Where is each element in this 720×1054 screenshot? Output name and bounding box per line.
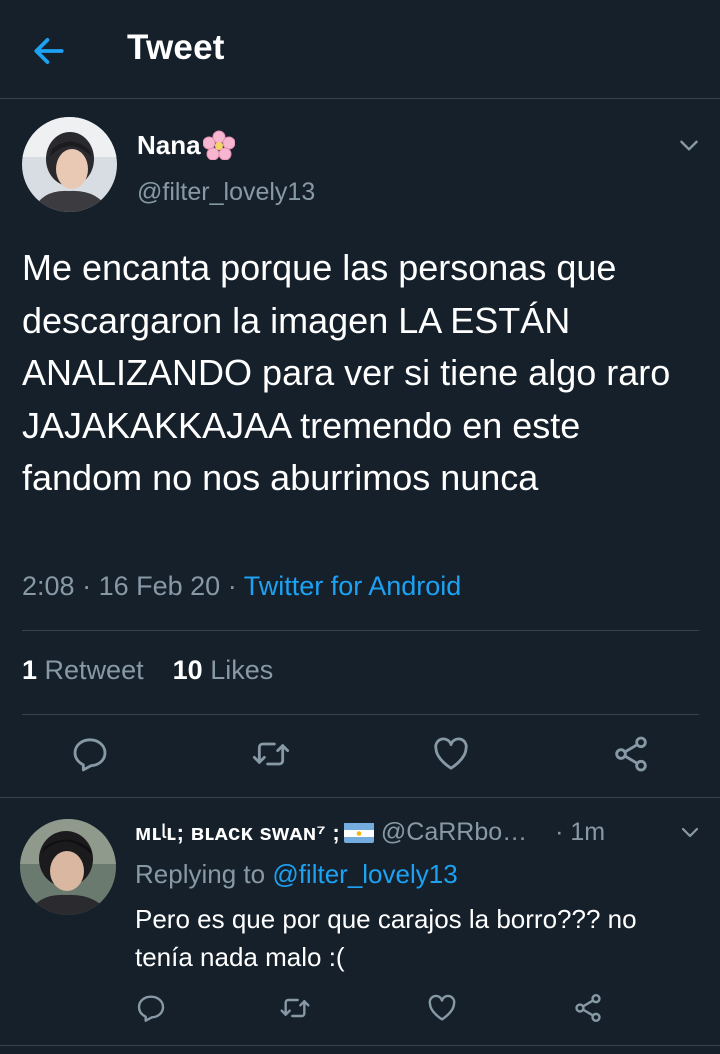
replying-to: Replying to @filter_lovely13 [135,859,458,890]
author-name[interactable]: Nana [137,130,236,161]
tweet-meta: 2:08 · 16 Feb 20 · Twitter for Android [22,571,461,602]
tweet-date: 16 Feb 20 [98,571,221,601]
replying-to-label: Replying to [135,859,266,889]
tweet-time: 2:08 [22,571,75,601]
reply-icon[interactable] [70,734,110,774]
back-arrow-icon[interactable] [30,32,68,70]
reply-author-handle[interactable]: @CaRRbo… [381,818,527,846]
like-heart-icon[interactable] [426,992,458,1024]
reply-bottom-divider [0,1045,720,1046]
retweets-stat[interactable]: 1 Retweet [22,655,144,685]
chevron-down-icon[interactable] [678,820,702,844]
reply-author-name[interactable]: ᴍʟᶩʟ; ʙʟᴀᴄᴋ sᴡᴀɴ⁷ ; [135,820,340,845]
chevron-down-icon[interactable] [676,132,702,158]
reply-author-avatar[interactable] [20,819,116,915]
reply-header: ᴍʟᶩʟ; ʙʟᴀᴄᴋ sᴡᴀɴ⁷ ; @CaRRbo… · 1m [135,818,605,847]
retweet-icon[interactable] [251,734,291,774]
avatar-image [22,117,117,212]
tweet-stats: 1 Retweet 10 Likes [22,655,273,686]
tweet-source-link[interactable]: Twitter for Android [244,571,462,601]
author-name-text: Nana [137,130,201,160]
avatar-image [20,819,116,915]
share-icon[interactable] [572,992,604,1024]
page-title: Tweet [127,28,225,67]
cherry-blossom-icon [202,130,236,161]
replying-to-handle[interactable]: @filter_lovely13 [272,859,457,889]
retweet-label: Retweet [44,655,144,685]
meta-separator: · [82,571,99,601]
share-icon[interactable] [611,734,651,774]
meta-divider [22,630,699,631]
retweet-count: 1 [22,655,38,685]
stats-divider [22,714,699,715]
like-count: 10 [172,655,203,685]
likes-stat[interactable]: 10 Likes [173,655,274,685]
like-label: Likes [210,655,274,685]
tweet-bottom-divider [0,797,720,798]
retweet-icon[interactable] [279,992,311,1024]
author-avatar[interactable] [22,117,117,212]
argentina-flag-icon [343,822,374,843]
reply-text: Pero es que por que carajos la borro??? … [135,904,637,972]
reply-timestamp: · 1m [555,818,606,846]
tweet-text: Me encanta porque las personas que desca… [22,247,671,498]
reply-icon[interactable] [135,992,167,1024]
meta-separator: · [227,571,244,601]
like-heart-icon[interactable] [431,734,471,774]
author-handle[interactable]: @filter_lovely13 [137,178,315,207]
header-divider [0,98,720,99]
